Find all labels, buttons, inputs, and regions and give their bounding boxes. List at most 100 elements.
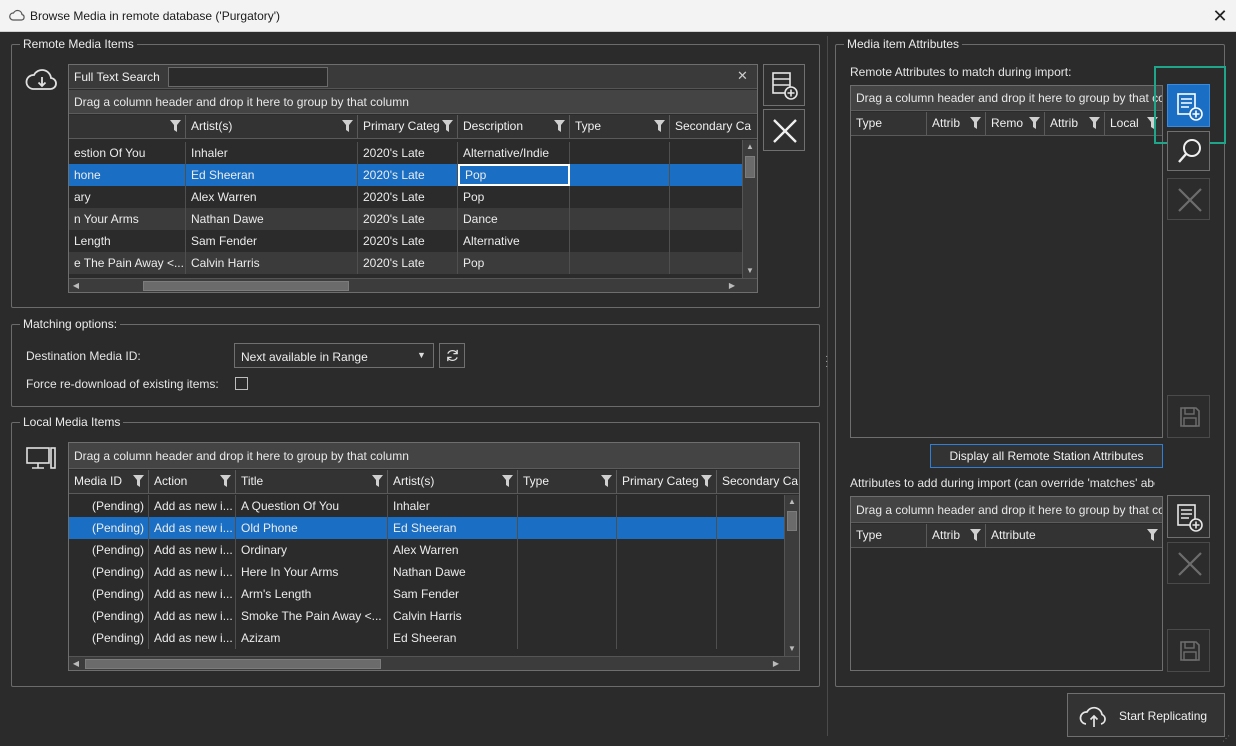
panel-splitter[interactable] [827, 36, 828, 736]
group-by-drop-zone[interactable]: Drag a column header and drop it here to… [69, 90, 757, 114]
table-row[interactable]: (Pending) Add as new i... Ordinary Alex … [69, 539, 784, 561]
scroll-down-icon[interactable]: ▼ [743, 264, 757, 278]
scroll-thumb[interactable] [787, 511, 797, 531]
table-row[interactable]: (Pending) Add as new i... Smoke The Pain… [69, 605, 784, 627]
scroll-left-icon[interactable]: ◀ [69, 657, 83, 670]
group-by-drop-zone[interactable]: Drag a column header and drop it here to… [851, 497, 1162, 523]
table-row[interactable]: Length Sam Fender 2020's Late Alternativ… [69, 230, 742, 252]
column-header-media-id[interactable]: Media ID [69, 470, 149, 493]
table-row[interactable]: ary Alex Warren 2020's Late Pop [69, 186, 742, 208]
column-header-primary-category[interactable]: Primary Categ [617, 470, 717, 493]
add-list-icon [1177, 93, 1203, 121]
save-attribute-match-button[interactable] [1167, 395, 1210, 438]
filter-icon[interactable] [502, 475, 513, 487]
force-redownload-checkbox[interactable] [235, 377, 248, 390]
vertical-scrollbar[interactable]: ▲ ▼ [742, 140, 757, 278]
column-header-attribute[interactable]: Attrib [927, 112, 986, 135]
start-replicating-label: Start Replicating [1119, 709, 1208, 723]
add-remote-item-button[interactable] [763, 64, 805, 106]
table-row[interactable]: (Pending) Add as new i... Azizam Ed Shee… [69, 627, 784, 649]
filter-icon[interactable] [554, 120, 565, 132]
table-row[interactable]: e The Pain Away <... Calvin Harris 2020'… [69, 252, 742, 274]
table-row[interactable]: n Your Arms Nathan Dawe 2020's Late Danc… [69, 208, 742, 230]
save-attribute-button[interactable] [1167, 629, 1210, 672]
column-header-type[interactable]: Type [851, 524, 927, 547]
add-attribute-button[interactable] [1167, 495, 1210, 538]
filter-icon[interactable] [372, 475, 383, 487]
filter-icon[interactable] [170, 120, 181, 132]
column-header-action[interactable]: Action [149, 470, 236, 493]
column-header-type[interactable]: Type [518, 470, 617, 493]
horizontal-scrollbar[interactable]: ◀ ▶ [69, 656, 799, 670]
column-header-attribute-value[interactable]: Attribute [986, 524, 1162, 547]
column-header-title[interactable] [69, 115, 186, 138]
column-header-type[interactable]: Type [570, 115, 670, 138]
column-header-primary-category[interactable]: Primary Categ [358, 115, 458, 138]
app-icon [9, 9, 25, 21]
resize-grip-icon[interactable]: ⋰ [1222, 734, 1232, 744]
filter-icon[interactable] [1029, 117, 1040, 129]
attributes-to-add-header: Type Attrib Attribute [851, 524, 1162, 548]
table-row[interactable]: (Pending) Add as new i... A Question Of … [69, 495, 784, 517]
table-row-selected[interactable]: (Pending) Add as new i... Old Phone Ed S… [69, 517, 784, 539]
remove-remote-item-button[interactable] [763, 109, 805, 151]
filter-icon[interactable] [654, 120, 665, 132]
add-attribute-match-button[interactable] [1167, 84, 1210, 127]
add-list-icon [772, 72, 798, 100]
table-row[interactable]: (Pending) Add as new i... Here In Your A… [69, 561, 784, 583]
column-header-attribute-2[interactable]: Attrib [1045, 112, 1105, 135]
splitter-grip-icon[interactable]: · · · [825, 352, 829, 372]
filter-icon[interactable] [1089, 117, 1100, 129]
filter-icon[interactable] [970, 529, 981, 541]
scroll-up-icon[interactable]: ▲ [743, 140, 757, 154]
column-header-artist[interactable]: Artist(s) [186, 115, 358, 138]
column-header-description[interactable]: Description [458, 115, 570, 138]
remote-media-grid: Full Text Search ✕ Drag a column header … [68, 64, 758, 293]
filter-icon[interactable] [1147, 529, 1158, 541]
scroll-right-icon[interactable]: ▶ [725, 279, 739, 292]
column-header-artist[interactable]: Artist(s) [388, 470, 518, 493]
filter-icon[interactable] [970, 117, 981, 129]
filter-icon[interactable] [442, 120, 453, 132]
table-row[interactable]: (Pending) Add as new i... Arm's Length S… [69, 583, 784, 605]
filter-icon[interactable] [133, 475, 144, 487]
destination-media-id-select[interactable]: Next available in Range ▼ [234, 343, 434, 368]
scroll-down-icon[interactable]: ▼ [785, 642, 799, 656]
search-label: Full Text Search [74, 70, 160, 84]
scroll-thumb[interactable] [143, 281, 349, 291]
column-header-secondary-category[interactable]: Secondary Ca [670, 115, 757, 138]
close-window-button[interactable]: ✕ [1206, 2, 1234, 30]
filter-icon[interactable] [220, 475, 231, 487]
full-text-search-input[interactable] [168, 67, 328, 87]
remove-attribute-match-button[interactable] [1167, 178, 1210, 220]
search-bar: Full Text Search ✕ [69, 65, 757, 89]
save-icon [1180, 641, 1200, 661]
horizontal-scrollbar[interactable]: ◀ ▶ [69, 278, 757, 292]
description-cell-editor[interactable]: Pop [458, 164, 570, 186]
column-header-type[interactable]: Type [851, 112, 927, 135]
scroll-left-icon[interactable]: ◀ [69, 279, 83, 292]
filter-icon[interactable] [601, 475, 612, 487]
table-row-selected[interactable]: hone Ed Sheeran 2020's Late Pop [69, 164, 742, 186]
group-by-drop-zone[interactable]: Drag a column header and drop it here to… [69, 443, 799, 469]
scroll-thumb[interactable] [745, 156, 755, 178]
scroll-thumb[interactable] [85, 659, 381, 669]
filter-icon[interactable] [701, 475, 712, 487]
column-header-attribute[interactable]: Attrib [927, 524, 986, 547]
column-header-secondary-category[interactable]: Secondary Ca [717, 470, 799, 493]
vertical-scrollbar[interactable]: ▲ ▼ [784, 495, 799, 656]
display-all-remote-attributes-button[interactable]: Display all Remote Station Attributes [930, 444, 1163, 468]
search-attribute-button[interactable] [1167, 131, 1210, 171]
scroll-up-icon[interactable]: ▲ [785, 495, 799, 509]
table-row[interactable]: estion Of You Inhaler 2020's Late Altern… [69, 142, 742, 164]
refresh-icon [447, 349, 458, 362]
group-by-drop-zone[interactable]: Drag a column header and drop it here to… [851, 86, 1162, 111]
scroll-right-icon[interactable]: ▶ [769, 657, 783, 670]
refresh-button[interactable] [439, 343, 465, 368]
column-header-remote[interactable]: Remo [986, 112, 1045, 135]
clear-search-icon[interactable]: ✕ [737, 68, 748, 84]
start-replicating-button[interactable]: Start Replicating [1067, 693, 1225, 737]
column-header-title[interactable]: Title [236, 470, 388, 493]
remove-attribute-button[interactable] [1167, 542, 1210, 584]
filter-icon[interactable] [342, 120, 353, 132]
